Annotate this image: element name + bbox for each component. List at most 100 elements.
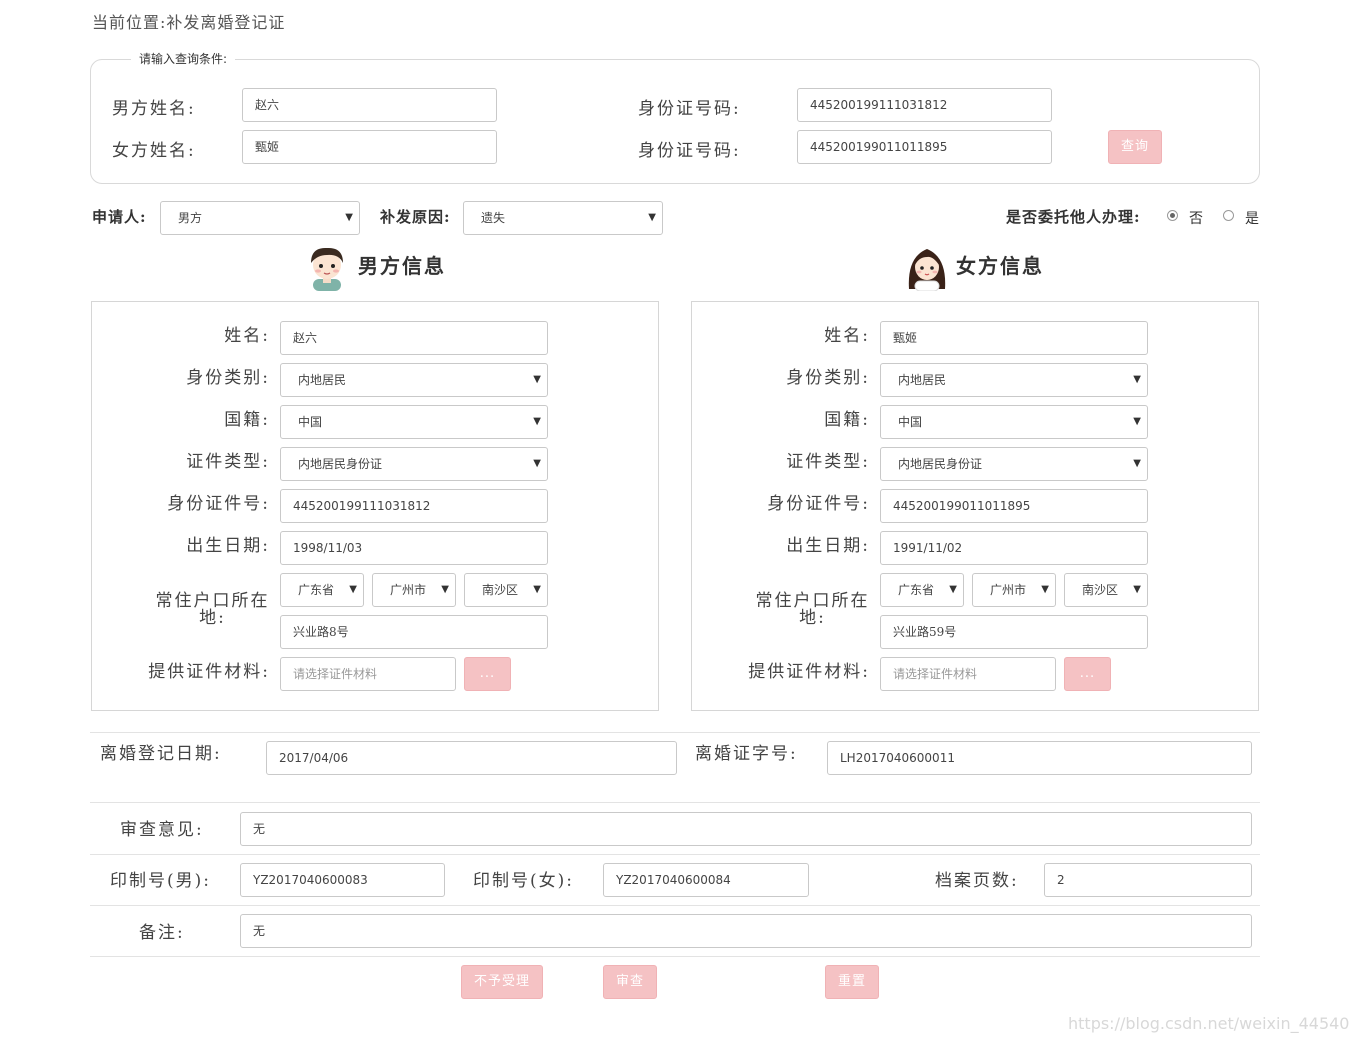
chevron-down-icon: ▼ (1133, 374, 1141, 385)
chevron-down-icon: ▼ (533, 458, 541, 469)
divider (90, 905, 1260, 906)
delegate-no-radio[interactable] (1167, 210, 1178, 221)
review-field[interactable]: 无 (240, 812, 1252, 846)
female-id-label: 身份证号码: (638, 141, 741, 161)
male-section-title: 男方信息 (358, 254, 446, 278)
female-name-input[interactable]: 甄姬 (242, 130, 497, 164)
male-idtype-label: 身份类别: (186, 368, 270, 388)
male-residence-label: 常住户口所在地: (155, 591, 270, 628)
male-material-button[interactable]: ... (464, 657, 511, 691)
female-section-title: 女方信息 (956, 254, 1044, 278)
female-birth-field[interactable]: 1991/11/02 (880, 531, 1148, 565)
pages-label: 档案页数: (935, 871, 1019, 891)
applicant-select[interactable]: 男方 ▼ (160, 201, 360, 235)
reason-value: 遗失 (481, 211, 506, 225)
chevron-down-icon: ▼ (1041, 584, 1049, 595)
delegate-label: 是否委托他人办理: (1006, 208, 1141, 226)
reject-button[interactable]: 不予受理 (461, 965, 543, 999)
chevron-down-icon: ▼ (349, 584, 357, 595)
female-certtype-value: 内地居民身份证 (898, 457, 983, 471)
female-province-select[interactable]: 广东省 ▼ (880, 573, 964, 607)
remark-field[interactable]: 无 (240, 914, 1252, 948)
chevron-down-icon: ▼ (1133, 458, 1141, 469)
male-certtype-value: 内地居民身份证 (298, 457, 383, 471)
reset-button[interactable]: 重置 (825, 965, 879, 999)
male-idtype-select[interactable]: 内地居民 ▼ (280, 363, 548, 397)
female-certtype-label: 证件类型: (786, 452, 870, 472)
female-certtype-select[interactable]: 内地居民身份证 ▼ (880, 447, 1148, 481)
print-female-field[interactable]: YZ2017040600084 (603, 863, 809, 897)
male-birth-field[interactable]: 1998/11/03 (280, 531, 548, 565)
chevron-down-icon: ▼ (441, 584, 449, 595)
remark-label: 备注: (139, 923, 185, 943)
female-nation-label: 国籍: (824, 410, 870, 430)
male-district-select[interactable]: 南沙区 ▼ (464, 573, 548, 607)
female-city-select[interactable]: 广州市 ▼ (972, 573, 1056, 607)
male-id-input[interactable]: 445200199111031812 (797, 88, 1052, 122)
pages-field[interactable]: 2 (1044, 863, 1252, 897)
reason-label: 补发原因: (380, 208, 451, 226)
female-material-button[interactable]: ... (1064, 657, 1111, 691)
male-idtype-value: 内地居民 (298, 373, 347, 387)
female-name-field[interactable]: 甄姬 (880, 321, 1148, 355)
male-city-select[interactable]: 广州市 ▼ (372, 573, 456, 607)
chevron-down-icon: ▼ (648, 212, 656, 223)
male-idno-label: 身份证件号: (167, 494, 270, 514)
female-name-label: 姓名: (824, 326, 870, 346)
query-legend: 请输入查询条件: (131, 50, 236, 67)
male-birth-label: 出生日期: (186, 536, 270, 556)
male-name-label: 姓名: (224, 326, 270, 346)
divider (90, 854, 1260, 855)
divider (90, 732, 1260, 733)
female-address-field[interactable]: 兴业路59号 (880, 615, 1148, 649)
female-idno-label: 身份证件号: (767, 494, 870, 514)
male-certtype-select[interactable]: 内地居民身份证 ▼ (280, 447, 548, 481)
delegate-no-label: 否 (1189, 211, 1203, 227)
search-button[interactable]: 查询 (1108, 130, 1162, 164)
male-province-select[interactable]: 广东省 ▼ (280, 573, 364, 607)
female-city-value: 广州市 (990, 583, 1027, 597)
male-name-field[interactable]: 赵六 (280, 321, 548, 355)
print-female-label: 印制号(女): (473, 871, 574, 891)
divider (90, 956, 1260, 957)
male-province-value: 广东省 (298, 583, 335, 597)
chevron-down-icon: ▼ (533, 374, 541, 385)
female-idtype-value: 内地居民 (898, 373, 947, 387)
male-certtype-label: 证件类型: (186, 452, 270, 472)
female-nation-select[interactable]: 中国 ▼ (880, 405, 1148, 439)
chevron-down-icon: ▼ (533, 584, 541, 595)
cert-no-field[interactable]: LH2017040600011 (827, 741, 1252, 775)
divider (90, 802, 1260, 803)
applicant-label: 申请人: (92, 208, 147, 226)
delegate-yes-radio[interactable] (1223, 210, 1234, 221)
male-idno-field[interactable]: 445200199111031812 (280, 489, 548, 523)
chevron-down-icon: ▼ (1133, 584, 1141, 595)
divorce-date-field[interactable]: 2017/04/06 (266, 741, 677, 775)
male-nation-select[interactable]: 中国 ▼ (280, 405, 548, 439)
male-id-label: 身份证号码: (638, 99, 741, 119)
review-button[interactable]: 审查 (603, 965, 657, 999)
divorce-date-label: 离婚登记日期: (100, 744, 222, 764)
male-name-label: 男方姓名: (112, 99, 196, 119)
male-material-field[interactable]: 请选择证件材料 (280, 657, 456, 691)
male-material-label: 提供证件材料: (148, 662, 270, 682)
male-name-input[interactable]: 赵六 (242, 88, 497, 122)
chevron-down-icon: ▼ (1133, 416, 1141, 427)
male-address-field[interactable]: 兴业路8号 (280, 615, 548, 649)
reason-select[interactable]: 遗失 ▼ (463, 201, 663, 235)
female-district-select[interactable]: 南沙区 ▼ (1064, 573, 1148, 607)
female-name-label: 女方姓名: (112, 141, 196, 161)
female-nation-value: 中国 (898, 415, 923, 429)
female-residence-label: 常住户口所在地: (755, 591, 870, 628)
print-male-field[interactable]: YZ2017040600083 (240, 863, 445, 897)
female-idtype-label: 身份类别: (786, 368, 870, 388)
female-district-value: 南沙区 (1082, 583, 1119, 597)
female-idtype-select[interactable]: 内地居民 ▼ (880, 363, 1148, 397)
female-province-value: 广东省 (898, 583, 935, 597)
female-idno-field[interactable]: 445200199011011895 (880, 489, 1148, 523)
female-material-field[interactable]: 请选择证件材料 (880, 657, 1056, 691)
cert-no-label: 离婚证字号: (695, 744, 798, 764)
review-label: 审查意见: (120, 820, 204, 840)
female-id-input[interactable]: 445200199011011895 (797, 130, 1052, 164)
male-district-value: 南沙区 (482, 583, 519, 597)
